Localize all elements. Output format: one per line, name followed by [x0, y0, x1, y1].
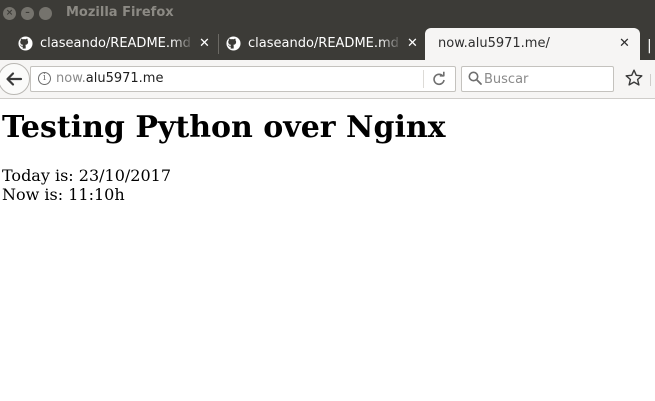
reload-icon[interactable] [429, 69, 449, 89]
close-tab-icon[interactable]: ✕ [619, 36, 630, 51]
url-separator [423, 70, 424, 88]
search-input[interactable] [484, 70, 604, 88]
back-button[interactable] [0, 63, 30, 95]
github-icon [18, 36, 33, 51]
bookmark-star-icon[interactable] [624, 68, 644, 88]
search-box[interactable] [461, 66, 614, 92]
close-tab-icon[interactable]: ✕ [199, 36, 210, 51]
close-tab-icon[interactable]: ✕ [407, 36, 418, 51]
search-icon [468, 71, 482, 85]
today-line: Today is: 23/10/2017 [2, 166, 171, 185]
tab-now-active[interactable]: now.alu5971.me/ ✕ [425, 28, 640, 60]
url-bar[interactable]: i now.alu5971.me [30, 66, 456, 92]
title-bar: × – Mozilla Firefox [0, 0, 655, 28]
window-maximize-icon[interactable] [39, 7, 52, 20]
tab-label-fade [172, 34, 194, 56]
back-arrow-icon [6, 72, 23, 86]
window-title: Mozilla Firefox [66, 5, 174, 20]
url-text[interactable]: now.alu5971.me [56, 71, 163, 86]
new-tab-icon[interactable]: | [647, 38, 652, 54]
tab-github-readme-1[interactable]: claseando/README.md ✕ [12, 28, 217, 60]
tab-label: now.alu5971.me/ [438, 36, 550, 51]
tab-separator [218, 34, 219, 54]
tab-label-fade [380, 34, 402, 56]
url-domain: alu5971.me [85, 71, 164, 86]
tab-github-readme-2[interactable]: claseando/README.md ✕ [220, 28, 423, 60]
tab-strip: claseando/README.md ✕ claseando/README.m… [0, 28, 655, 60]
page-content: Testing Python over Nginx Today is: 23/1… [0, 99, 655, 401]
tab-label: claseando/README.md [248, 36, 399, 51]
site-info-icon[interactable]: i [38, 72, 51, 85]
now-line: Now is: 11:10h [2, 185, 125, 204]
window-close-icon[interactable]: × [3, 7, 16, 20]
page-heading: Testing Python over Nginx [2, 110, 446, 145]
github-icon [226, 36, 241, 51]
nav-bar: i now.alu5971.me [0, 60, 655, 99]
window-minimize-icon[interactable]: – [21, 7, 34, 20]
toolbar-separator [650, 74, 655, 86]
tab-label: claseando/README.md [40, 36, 191, 51]
